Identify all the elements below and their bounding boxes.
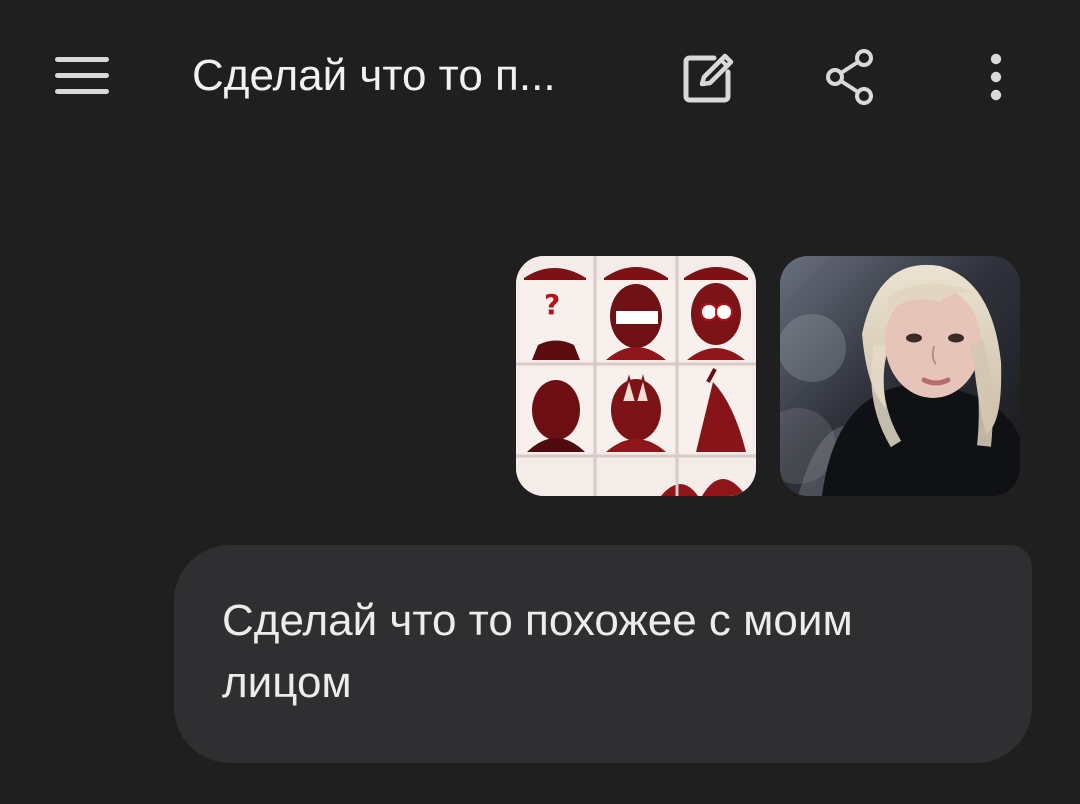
edit-note-icon	[683, 53, 734, 103]
manga-grid-image: ?	[516, 256, 756, 496]
edit-button[interactable]	[676, 44, 742, 110]
more-vertical-icon	[990, 53, 1002, 101]
portrait-photo-image	[780, 256, 1020, 496]
more-options-button[interactable]	[966, 44, 1026, 110]
top-app-bar: Сделай что то п...	[0, 0, 1080, 150]
menu-button[interactable]	[48, 48, 116, 104]
share-button[interactable]	[818, 44, 884, 110]
share-icon	[826, 49, 873, 105]
chat-title: Сделай что то п...	[192, 51, 556, 100]
user-message-bubble[interactable]: Сделай что то похожее с моим лицом	[174, 545, 1032, 763]
attached-image-manga-grid[interactable]: ?	[516, 256, 756, 496]
hamburger-menu-icon	[55, 57, 109, 94]
attached-image-photo[interactable]	[780, 256, 1020, 496]
svg-text:?: ?	[544, 288, 560, 321]
user-message-text: Сделай что то похожее с моим лицом	[222, 596, 853, 707]
